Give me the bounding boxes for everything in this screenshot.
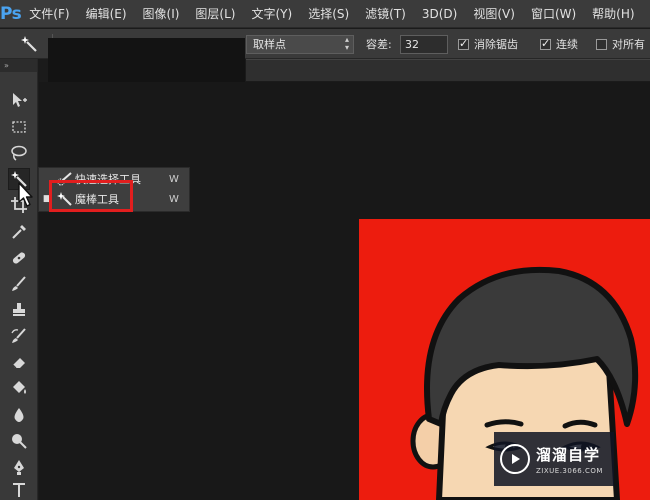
lasso-icon[interactable] [8, 142, 30, 164]
options-bar-secondary [246, 59, 650, 81]
menu-edit[interactable]: 编辑(E) [86, 5, 127, 22]
move-icon[interactable] [8, 89, 30, 111]
sample-all-check-icon[interactable] [596, 38, 607, 50]
photoshop-logo: Ps [0, 3, 22, 24]
tools-panel: » [0, 59, 38, 500]
anti-alias-check-icon[interactable] [458, 37, 469, 50]
options-panel-overlay [48, 38, 245, 82]
sample-all-label: 对所有 [612, 38, 645, 51]
highlight-annotation [49, 180, 133, 212]
play-logo-icon [500, 444, 530, 474]
type-icon[interactable] [8, 479, 30, 500]
menu-view[interactable]: 视图(V) [473, 5, 515, 22]
contiguous-label: 连续 [556, 38, 578, 51]
menu-image[interactable]: 图像(I) [143, 5, 180, 22]
sample-all-layers-checkbox[interactable]: 对所有 [596, 36, 645, 52]
menu-3d[interactable]: 3D(D) [422, 7, 457, 21]
pen-icon[interactable] [8, 456, 30, 478]
menu-type[interactable]: 文字(Y) [251, 5, 292, 22]
menu-help[interactable]: 帮助(H) [592, 5, 634, 22]
healing-brush-icon[interactable] [8, 247, 30, 269]
flyout-shortcut-magic-wand: W [169, 193, 179, 205]
marquee-icon[interactable] [8, 116, 30, 138]
watermark-title: 溜溜自学 [536, 445, 601, 464]
anti-alias-checkbox[interactable]: 消除锯齿 [458, 36, 518, 52]
menu-file[interactable]: 文件(F) [29, 5, 69, 22]
dodge-icon[interactable] [8, 430, 30, 452]
contiguous-checkbox[interactable]: 连续 [540, 36, 578, 52]
magic-wand-icon[interactable] [20, 35, 38, 53]
sample-size-value: 取样点 [253, 38, 286, 51]
tolerance-input[interactable]: 32 [400, 35, 448, 54]
menu-window[interactable]: 窗口(W) [531, 5, 576, 22]
contiguous-check-icon[interactable] [540, 37, 551, 50]
watermark: 溜溜自学 ZIXUE.3066.COM [494, 432, 614, 486]
eyedropper-icon[interactable] [8, 221, 30, 243]
mouse-cursor-icon [18, 182, 34, 211]
select-arrows-icon: ▴ ▾ [344, 35, 349, 52]
menu-bar: Ps 文件(F) 编辑(E) 图像(I) 图层(L) 文字(Y) 选择(S) 滤… [0, 0, 650, 28]
anti-alias-label: 消除锯齿 [474, 38, 518, 51]
menu-layer[interactable]: 图层(L) [195, 5, 235, 22]
tolerance-label: 容差: [366, 38, 392, 51]
clone-stamp-icon[interactable] [8, 299, 30, 321]
sample-size-select[interactable]: 取样点 ▴ ▾ [246, 35, 354, 54]
paint-bucket-icon[interactable] [8, 377, 30, 399]
menu-filter[interactable]: 滤镜(T) [365, 5, 406, 22]
eraser-icon[interactable] [8, 351, 30, 373]
menu-items: 文件(F) 编辑(E) 图像(I) 图层(L) 文字(Y) 选择(S) 滤镜(T… [29, 5, 650, 22]
brush-icon[interactable] [8, 273, 30, 295]
menu-select[interactable]: 选择(S) [308, 5, 349, 22]
tools-panel-collapse[interactable]: » [0, 59, 37, 72]
history-brush-icon[interactable] [8, 325, 30, 347]
watermark-subtitle: ZIXUE.3066.COM [536, 466, 603, 475]
blur-icon[interactable] [8, 404, 30, 426]
flyout-shortcut-quick-selection: W [169, 173, 179, 185]
